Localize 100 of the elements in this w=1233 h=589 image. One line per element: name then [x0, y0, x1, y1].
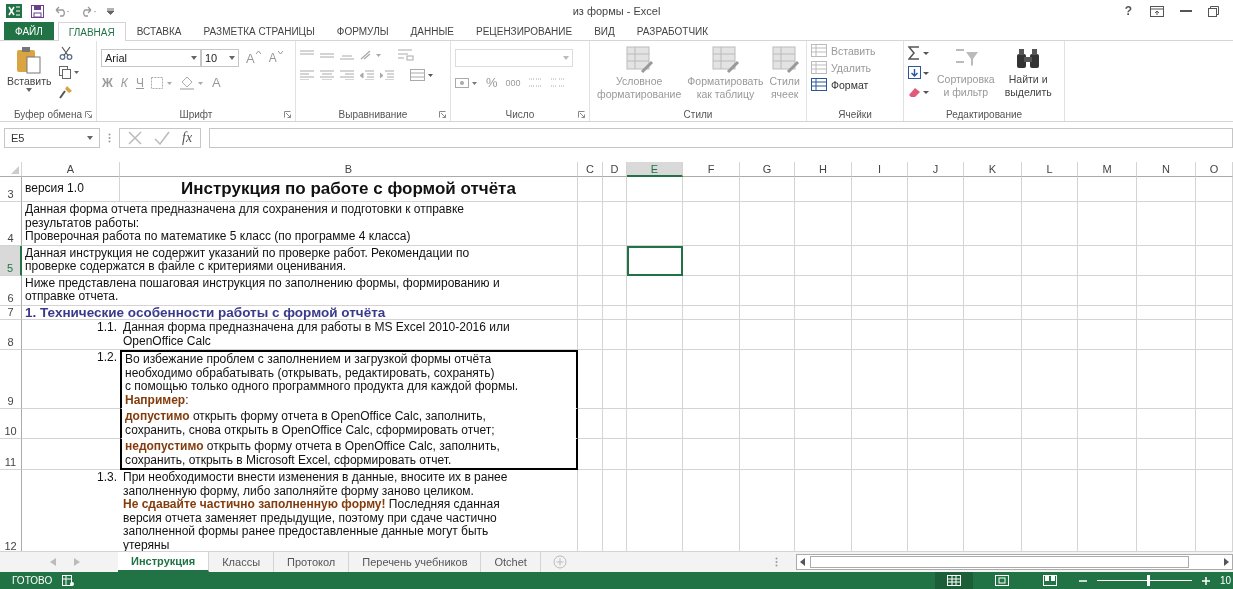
empty-cell[interactable]	[852, 245, 908, 276]
empty-cell[interactable]	[908, 320, 964, 350]
empty-cell[interactable]	[740, 202, 795, 246]
minimize-icon[interactable]	[1180, 9, 1192, 13]
empty-cell[interactable]	[578, 409, 603, 439]
empty-cell[interactable]	[603, 177, 627, 202]
empty-cell[interactable]	[740, 305, 795, 320]
ribbon-tab[interactable]: ГЛАВНАЯ	[57, 22, 126, 41]
column-header[interactable]: J	[908, 162, 964, 177]
align-center-icon[interactable]	[320, 70, 334, 80]
empty-cell[interactable]	[740, 245, 795, 276]
paragraph-cell[interactable]: Ниже представлена пошаговая инструкция по заполнению формы, формированию и отправке отчета.	[22, 275, 578, 306]
empty-cell[interactable]	[1196, 409, 1233, 439]
borders-icon[interactable]	[150, 76, 173, 89]
column-header[interactable]: N	[1137, 162, 1196, 177]
empty-cell[interactable]	[1078, 409, 1137, 439]
column-header[interactable]: F	[683, 162, 740, 177]
empty-cell[interactable]	[603, 409, 627, 439]
empty-cell[interactable]	[683, 305, 740, 320]
customize-caret-icon[interactable]	[107, 7, 114, 15]
column-header[interactable]: G	[740, 162, 795, 177]
empty-cell[interactable]	[740, 320, 795, 350]
empty-cell[interactable]	[603, 275, 627, 306]
dialog-launcher-icon[interactable]	[284, 111, 291, 118]
row-header[interactable]: 8	[0, 320, 22, 350]
empty-cell[interactable]	[1078, 439, 1137, 470]
row-header[interactable]: 10	[0, 409, 22, 439]
empty-cell[interactable]	[1022, 439, 1078, 470]
zoom-slider-thumb[interactable]	[1147, 575, 1151, 586]
empty-cell[interactable]	[627, 409, 683, 439]
ribbon-tab[interactable]: РАЗРАБОТЧИК	[625, 22, 720, 40]
column-header[interactable]: M	[1078, 162, 1137, 177]
empty-cell[interactable]	[683, 439, 740, 470]
empty-cell[interactable]	[1137, 409, 1196, 439]
empty-cell[interactable]	[683, 409, 740, 439]
close-icon[interactable]	[128, 131, 142, 145]
ribbon-tab[interactable]: ВСТАВКА	[125, 22, 193, 40]
empty-cell[interactable]	[1137, 275, 1196, 306]
empty-cell[interactable]	[1078, 177, 1137, 202]
empty-cell[interactable]	[1196, 275, 1233, 306]
empty-cell[interactable]	[852, 202, 908, 246]
paragraph-cell[interactable]: Данная инструкция не содержит указаний по проверке работ. Рекомендации по проверке содержатся в файле с критериями оценивания.	[22, 245, 578, 276]
empty-cell[interactable]	[1022, 305, 1078, 320]
empty-cell[interactable]	[1137, 177, 1196, 202]
currency-icon[interactable]	[455, 76, 479, 89]
empty-cell[interactable]	[852, 275, 908, 306]
empty-cell[interactable]	[603, 439, 627, 470]
column-header[interactable]: L	[1022, 162, 1078, 177]
instruction-cell[interactable]: допустимо открыть форму отчета в OpenOffice Calc, заполнить, сохранить, снова открыть в OpenOffice Calc, сформировать отчет;	[120, 409, 578, 439]
empty-cell[interactable]	[852, 177, 908, 202]
empty-cell[interactable]	[852, 350, 908, 409]
empty-cell[interactable]	[1196, 202, 1233, 246]
empty-cell[interactable]	[627, 177, 683, 202]
empty-cell[interactable]	[603, 350, 627, 409]
empty-cell[interactable]	[603, 320, 627, 350]
empty-cell[interactable]	[852, 305, 908, 320]
empty-cell[interactable]	[1078, 275, 1137, 306]
format-painter-icon[interactable]	[58, 85, 73, 99]
title-cell[interactable]: Инструкция по работе с формой отчёта	[120, 177, 578, 202]
empty-cell[interactable]	[683, 275, 740, 306]
column-header[interactable]: I	[852, 162, 908, 177]
empty-cell[interactable]	[795, 439, 852, 470]
zoom-level[interactable]: 10	[1219, 575, 1233, 586]
version-cell[interactable]: версия 1.0	[22, 177, 120, 202]
empty-cell[interactable]	[1196, 350, 1233, 409]
zoom-in-icon[interactable]	[1201, 576, 1210, 585]
empty-cell[interactable]	[627, 320, 683, 350]
row-header[interactable]: 9	[0, 350, 22, 409]
empty-cell[interactable]	[740, 409, 795, 439]
checkmark-icon[interactable]	[154, 131, 170, 145]
increase-indent-icon[interactable]	[380, 70, 394, 80]
instruction-cell[interactable]: Во избежание проблем с заполнением и загрузкой формы отчёта необходимо обрабатывать (открывать, редактировать, сохранять) с помощью только одного программного продукта для каждой формы. Например:	[120, 350, 578, 409]
row-header[interactable]: 6	[0, 275, 22, 306]
macro-record-icon[interactable]	[62, 575, 75, 586]
splitter-icon[interactable]	[774, 557, 778, 567]
fill-down-icon[interactable]	[908, 66, 930, 80]
empty-cell[interactable]	[1022, 177, 1078, 202]
empty-cell[interactable]	[908, 275, 964, 306]
add-sheet-icon[interactable]	[552, 555, 567, 569]
empty-cell[interactable]	[795, 177, 852, 202]
empty-cell[interactable]	[852, 320, 908, 350]
empty-cell[interactable]	[908, 202, 964, 246]
normal-view-button[interactable]	[934, 572, 973, 589]
column-header[interactable]: H	[795, 162, 852, 177]
number-format-field[interactable]	[455, 49, 573, 67]
empty-cell[interactable]	[578, 320, 603, 350]
column-header[interactable]: C	[578, 162, 603, 177]
empty-cell[interactable]	[1022, 409, 1078, 439]
empty-cell[interactable]	[1078, 320, 1137, 350]
empty-cell[interactable]	[627, 202, 683, 246]
orientation-icon[interactable]	[360, 49, 382, 61]
copy-icon[interactable]	[58, 66, 79, 79]
insert-function-button[interactable]: fx	[182, 130, 193, 146]
ribbon-tab[interactable]: РАЗМЕТКА СТРАНИЦЫ	[192, 22, 326, 40]
empty-cell[interactable]	[740, 177, 795, 202]
empty-cell[interactable]	[1078, 305, 1137, 320]
sheet-tab[interactable]: Инструкция	[118, 552, 210, 572]
empty-cell[interactable]	[1196, 245, 1233, 276]
empty-cell[interactable]	[1078, 202, 1137, 246]
empty-cell[interactable]	[1022, 275, 1078, 306]
